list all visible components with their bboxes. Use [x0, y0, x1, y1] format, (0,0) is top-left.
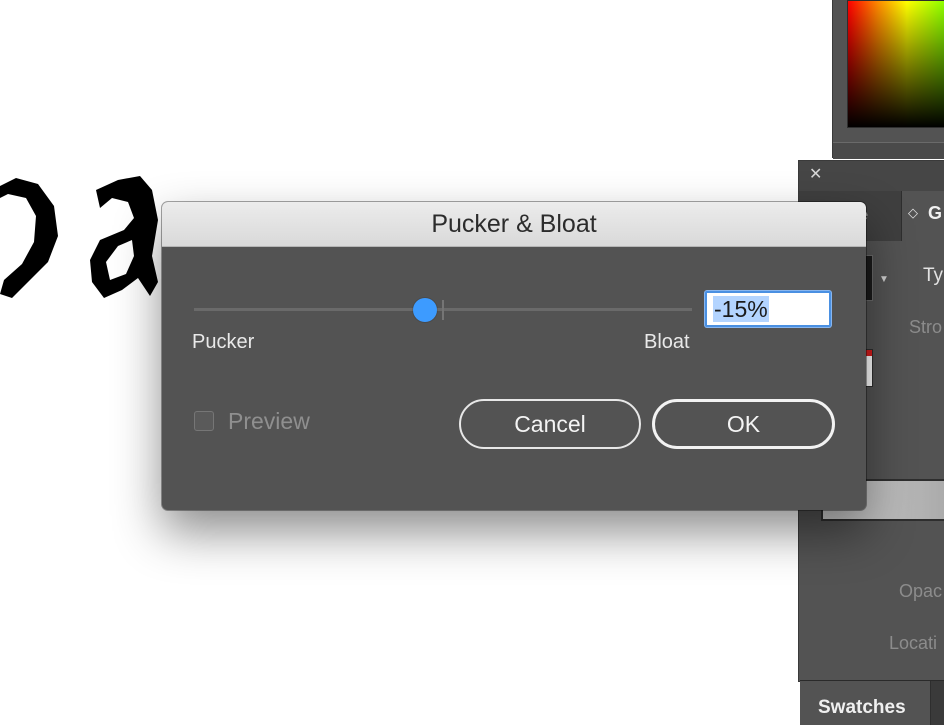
pucker-bloat-dialog: Pucker & Bloat Pucker Bloat -15% Preview…: [162, 202, 866, 510]
tab-swatches[interactable]: Swatches: [800, 681, 931, 725]
ok-button[interactable]: OK: [652, 399, 835, 449]
dropdown-arrow-icon[interactable]: ▼: [879, 274, 889, 285]
slider-thumb[interactable]: [413, 298, 437, 322]
swatches-panel: Swatches: [800, 680, 944, 725]
stroke-label: Stro: [909, 317, 943, 337]
preview-label[interactable]: Preview: [228, 408, 310, 435]
slider-min-label: Pucker: [192, 331, 255, 353]
cancel-button[interactable]: Cancel: [459, 399, 641, 449]
color-panel: [832, 0, 944, 159]
dialog-title: Pucker & Bloat: [431, 210, 597, 238]
tab-swatches-label: Swatches: [818, 697, 906, 718]
panel-titlebar[interactable]: ✕: [799, 161, 944, 191]
percent-input[interactable]: -15%: [705, 291, 831, 327]
close-icon[interactable]: ✕: [809, 166, 822, 184]
dialog-titlebar[interactable]: Pucker & Bloat: [162, 202, 866, 247]
location-label: Locati: [889, 633, 938, 653]
updown-arrows-icon: ◇: [908, 205, 918, 220]
opacity-label: Opac: [899, 581, 943, 601]
tab-gradient-label: G: [928, 203, 943, 223]
color-panel-footer: [833, 142, 944, 159]
percent-input-value: -15%: [713, 296, 769, 322]
tab-gradient[interactable]: ◇ G: [901, 191, 944, 241]
slider-center-tick: [442, 300, 444, 320]
type-label: Ty: [923, 265, 944, 286]
checkbox-icon[interactable]: [194, 411, 214, 431]
color-spectrum[interactable]: [847, 0, 944, 128]
slider-max-label: Bloat: [644, 331, 690, 353]
